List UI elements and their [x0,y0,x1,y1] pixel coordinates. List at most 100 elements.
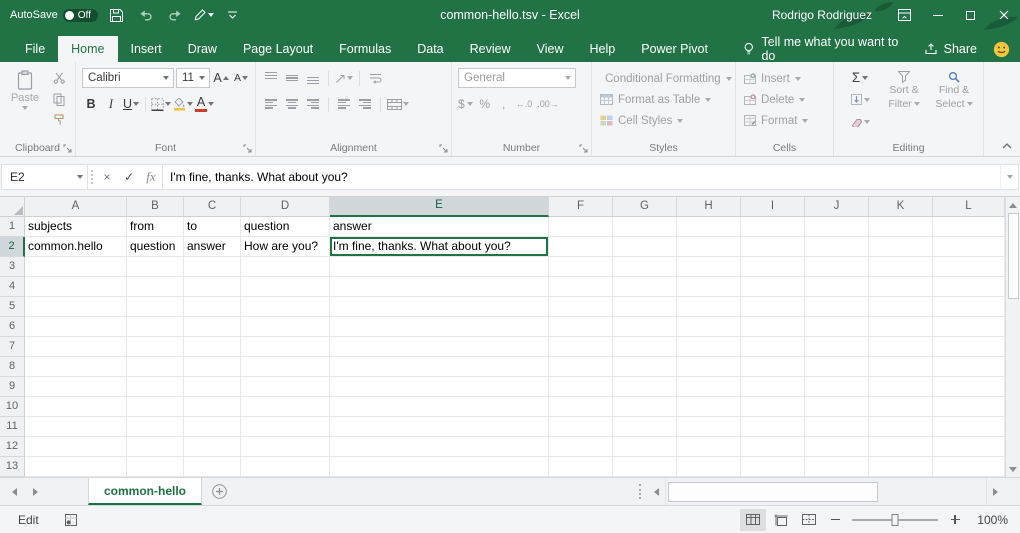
row-header-5[interactable]: 5 [0,297,25,317]
tab-data[interactable]: Data [404,36,456,62]
format-cells-button[interactable]: Format [742,112,828,129]
scroll-up-button[interactable] [1006,197,1020,213]
cell-J9[interactable] [805,377,869,397]
cell-K9[interactable] [869,377,933,397]
cell-I9[interactable] [741,377,805,397]
column-header-g[interactable]: G [613,197,677,217]
tab-review[interactable]: Review [457,36,524,62]
cell-A4[interactable] [25,277,127,297]
cell-K6[interactable] [869,317,933,337]
increase-font-size-button[interactable]: A [212,69,230,88]
cell-L10[interactable] [933,397,1005,417]
cell-I13[interactable] [741,457,805,477]
cell-I11[interactable] [741,417,805,437]
italic-button[interactable]: I [102,95,120,114]
undo-button[interactable] [136,4,156,26]
bottom-align-button[interactable] [304,69,322,88]
cell-I3[interactable] [741,257,805,277]
collapse-ribbon-button[interactable] [1002,138,1012,152]
zoom-out-button[interactable] [824,509,846,531]
autosave-toggle[interactable]: AutoSave Off [10,9,98,22]
tab-view[interactable]: View [524,36,577,62]
cell-J11[interactable] [805,417,869,437]
cell-B10[interactable] [127,397,184,417]
tab-help[interactable]: Help [577,36,629,62]
align-center-button[interactable] [283,95,301,114]
cell-H6[interactable] [677,317,741,337]
borders-button[interactable] [151,95,171,114]
cell-A5[interactable] [25,297,127,317]
cell-E4[interactable] [330,277,549,297]
formula-bar-splitter[interactable] [91,170,93,184]
clipboard-dialog-launcher[interactable] [62,143,73,154]
cell-B11[interactable] [127,417,184,437]
cell-L2[interactable] [933,237,1005,257]
cell-H1[interactable] [677,217,741,237]
tab-formulas[interactable]: Formulas [326,36,404,62]
cut-button[interactable] [48,69,70,87]
row-header-2[interactable]: 2 [0,237,25,257]
vertical-scrollbar[interactable] [1005,197,1020,477]
cell-G8[interactable] [613,357,677,377]
column-header-l[interactable]: L [933,197,1005,217]
minimize-button[interactable] [921,0,954,30]
cell-K12[interactable] [869,437,933,457]
format-as-table-button[interactable]: Format as Table [598,91,730,108]
cell-E13[interactable] [330,457,549,477]
cell-L5[interactable] [933,297,1005,317]
cell-C12[interactable] [184,437,241,457]
increase-indent-button[interactable] [356,95,374,114]
cell-J13[interactable] [805,457,869,477]
find-select-button[interactable]: Find & Select [932,68,976,131]
cell-J4[interactable] [805,277,869,297]
bold-button[interactable]: B [82,95,100,114]
cell-B6[interactable] [127,317,184,337]
cell-D12[interactable] [241,437,330,457]
cell-L13[interactable] [933,457,1005,477]
cell-H7[interactable] [677,337,741,357]
cell-B7[interactable] [127,337,184,357]
cell-H8[interactable] [677,357,741,377]
redo-button[interactable] [165,4,185,26]
cell-A12[interactable] [25,437,127,457]
cell-A9[interactable] [25,377,127,397]
cell-D11[interactable] [241,417,330,437]
copy-button[interactable] [48,90,70,108]
sort-filter-button[interactable]: Sort & Filter [882,68,926,131]
cell-E6[interactable] [330,317,549,337]
cell-G2[interactable] [613,237,677,257]
cell-F8[interactable] [549,357,613,377]
tab-page-layout[interactable]: Page Layout [230,36,326,62]
vertical-scroll-thumb[interactable] [1008,213,1019,299]
page-break-preview-button[interactable] [796,509,822,531]
cell-A6[interactable] [25,317,127,337]
cell-B2[interactable]: question [127,237,184,257]
decrease-font-size-button[interactable]: A [232,69,250,88]
underline-button[interactable]: U [122,95,140,114]
cell-A8[interactable] [25,357,127,377]
cell-H2[interactable] [677,237,741,257]
previous-sheet-button[interactable] [12,488,17,496]
cell-D4[interactable] [241,277,330,297]
cell-H4[interactable] [677,277,741,297]
formula-input[interactable]: I'm fine, thanks. What about you? [162,165,1000,189]
scroll-right-button[interactable] [987,478,1004,505]
align-left-button[interactable] [262,95,280,114]
cell-E10[interactable] [330,397,549,417]
macro-record-button[interactable] [65,514,77,526]
cell-C11[interactable] [184,417,241,437]
cell-L6[interactable] [933,317,1005,337]
cell-F6[interactable] [549,317,613,337]
top-align-button[interactable] [262,69,280,88]
fill-color-button[interactable] [173,95,193,114]
page-layout-view-button[interactable] [768,509,794,531]
insert-function-button[interactable]: fx [140,165,162,189]
cell-A7[interactable] [25,337,127,357]
row-header-8[interactable]: 8 [0,357,25,377]
comma-style-button[interactable]: , [497,97,511,111]
cell-F9[interactable] [549,377,613,397]
merge-center-button[interactable] [387,95,409,114]
cell-K2[interactable] [869,237,933,257]
cell-C9[interactable] [184,377,241,397]
cell-F4[interactable] [549,277,613,297]
